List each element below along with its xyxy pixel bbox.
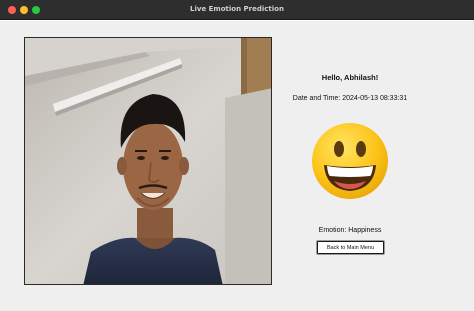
webcam-image	[25, 38, 271, 284]
main-content: Hello, Abhilash! Date and Time: 2024-05-…	[0, 21, 474, 311]
datetime-text: Date and Time: 2024-05-13 08:33:31	[292, 95, 408, 102]
grinning-face-emoji-icon	[310, 121, 390, 201]
window-title: Live Emotion Prediction	[190, 5, 284, 13]
greeting-text: Hello, Abhilash!	[321, 73, 379, 82]
webcam-feed	[24, 37, 272, 285]
window-titlebar: Live Emotion Prediction	[0, 0, 474, 20]
emotion-result-text: Emotion: Happiness	[318, 227, 382, 234]
back-to-main-menu-button[interactable]: Back to Main Menu	[317, 241, 384, 254]
